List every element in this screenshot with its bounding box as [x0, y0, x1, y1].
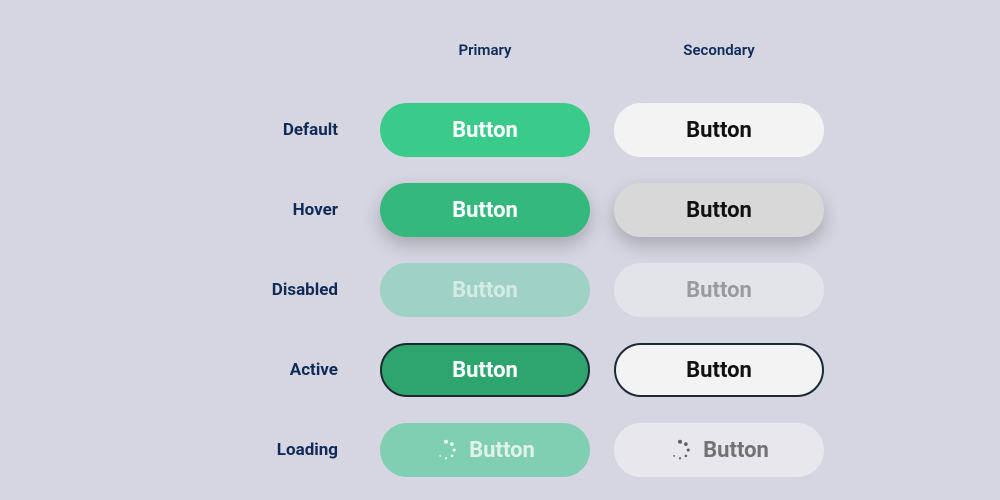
- primary-button-disabled: Button: [380, 263, 590, 317]
- column-header-primary: Primary: [380, 41, 590, 59]
- secondary-button-default[interactable]: Button: [614, 103, 824, 157]
- spinner-icon: [435, 439, 457, 461]
- button-label: Button: [703, 438, 769, 463]
- row-label-default: Default: [176, 120, 356, 140]
- row-label-active: Active: [176, 360, 356, 380]
- button-label: Button: [686, 358, 752, 383]
- row-label-hover: Hover: [176, 200, 356, 220]
- secondary-button-active[interactable]: Button: [614, 343, 824, 397]
- header-spacer: [176, 40, 356, 60]
- spinner-icon: [669, 439, 691, 461]
- primary-button-active[interactable]: Button: [380, 343, 590, 397]
- button-label: Button: [469, 438, 535, 463]
- button-label: Button: [686, 118, 752, 143]
- secondary-button-disabled: Button: [614, 263, 824, 317]
- button-label: Button: [686, 198, 752, 223]
- secondary-button-loading: Button: [614, 423, 824, 477]
- button-label: Button: [452, 278, 518, 303]
- column-header-secondary: Secondary: [614, 41, 824, 59]
- primary-button-loading: Button: [380, 423, 590, 477]
- row-label-disabled: Disabled: [176, 280, 356, 300]
- button-label: Button: [452, 358, 518, 383]
- primary-button-hover[interactable]: Button: [380, 183, 590, 237]
- row-label-loading: Loading: [176, 440, 356, 460]
- secondary-button-hover[interactable]: Button: [614, 183, 824, 237]
- button-label: Button: [452, 118, 518, 143]
- button-label: Button: [452, 198, 518, 223]
- button-label: Button: [686, 278, 752, 303]
- primary-button-default[interactable]: Button: [380, 103, 590, 157]
- button-states-grid: Primary Secondary Default Button Button …: [176, 23, 824, 477]
